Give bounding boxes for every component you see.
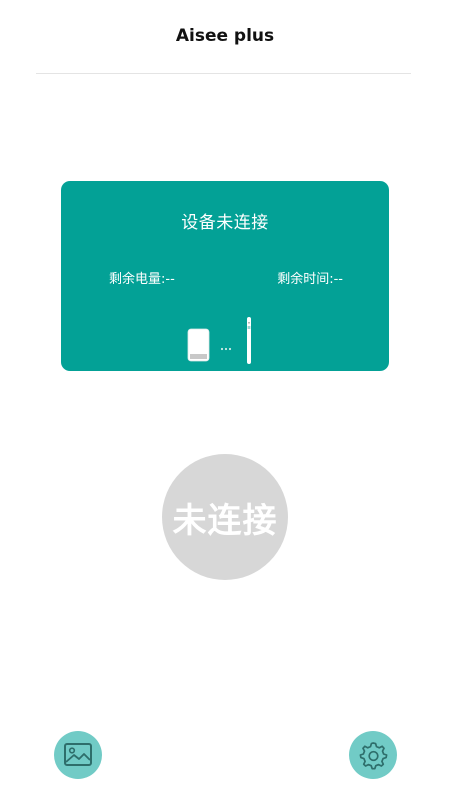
image-gallery-icon: [63, 742, 93, 768]
connect-button[interactable]: 未连接: [162, 454, 288, 580]
app-header: Aisee plus: [0, 0, 450, 74]
remaining-battery-label: 剩余电量:--: [109, 272, 175, 287]
app-title: Aisee plus: [175, 26, 275, 46]
device-pen-icon: [185, 316, 267, 366]
gallery-button[interactable]: [54, 731, 102, 779]
app-screen: Aisee plus 设备未连接 剩余电量:-- 剩余时间:-- 未连接: [0, 0, 450, 800]
gear-icon: [358, 740, 388, 770]
device-status-card: 设备未连接 剩余电量:-- 剩余时间:--: [61, 181, 389, 371]
remaining-time-label: 剩余时间:--: [277, 272, 343, 287]
connect-button-label: 未连接: [172, 500, 278, 541]
settings-button[interactable]: [349, 731, 397, 779]
device-status-text: 设备未连接: [181, 213, 269, 233]
header-divider: [36, 73, 411, 74]
